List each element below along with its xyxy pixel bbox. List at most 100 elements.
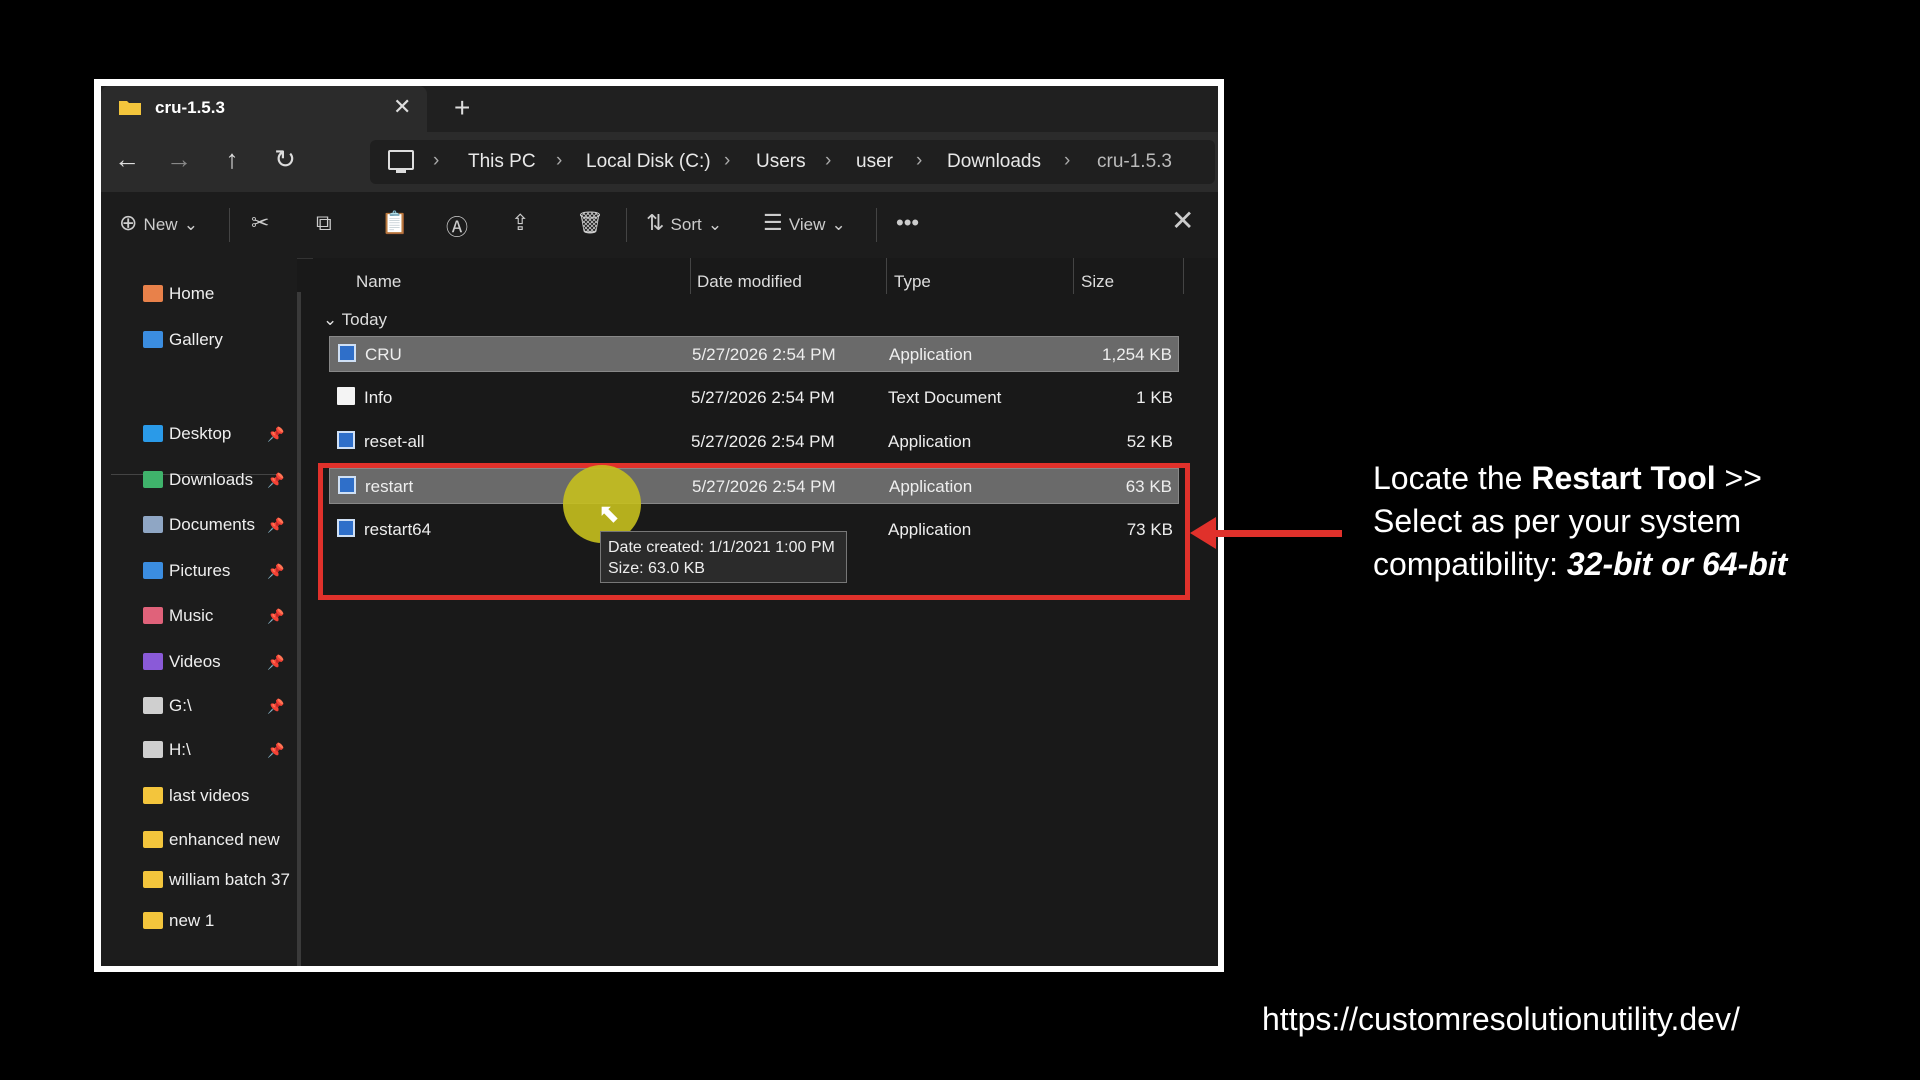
breadcrumb-this-pc[interactable]: This PC bbox=[468, 151, 536, 173]
pin-icon[interactable]: 📌 bbox=[267, 654, 284, 671]
up-arrow-icon[interactable]: ↑ bbox=[214, 144, 250, 175]
tooltip-date-created: Date created: 1/1/2021 1:00 PM bbox=[608, 539, 835, 556]
sort-button[interactable]: ⇅ Sort ⌄ bbox=[646, 210, 722, 236]
download-icon bbox=[143, 471, 163, 488]
sidebar-item-william-batch-37[interactable]: william batch 37 bbox=[143, 870, 290, 890]
sort-label: Sort bbox=[670, 215, 702, 234]
sidebar-item-downloads[interactable]: Downloads bbox=[143, 470, 253, 490]
column-header-name[interactable]: Name bbox=[356, 272, 401, 292]
column-header-size[interactable]: Size bbox=[1081, 272, 1114, 292]
sidebar-item-label: Gallery bbox=[169, 330, 223, 349]
address-bar[interactable]: › This PC › Local Disk (C:) › Users › us… bbox=[370, 140, 1215, 184]
sidebar-scrollbar[interactable] bbox=[297, 292, 301, 966]
cut-icon[interactable]: ✂ bbox=[251, 210, 269, 236]
chevron-right-icon: › bbox=[433, 150, 440, 171]
column-divider bbox=[1073, 258, 1074, 294]
documents-icon bbox=[143, 516, 163, 533]
file-name: reset-all bbox=[364, 432, 425, 451]
back-arrow-icon[interactable]: ← bbox=[109, 144, 145, 175]
group-header-today[interactable]: ⌄ Today bbox=[323, 310, 387, 330]
folder-icon bbox=[143, 831, 163, 848]
sidebar-item-label: Documents bbox=[169, 515, 255, 534]
sidebar-item-label: william batch 37 bbox=[169, 870, 290, 889]
sidebar-item-desktop[interactable]: Desktop bbox=[143, 424, 231, 444]
tab-title: cru-1.5.3 bbox=[155, 98, 225, 117]
share-icon[interactable]: ⇪ bbox=[511, 210, 529, 236]
pin-icon[interactable]: 📌 bbox=[267, 426, 284, 443]
refresh-icon[interactable]: ↻ bbox=[267, 144, 303, 175]
column-header-type[interactable]: Type bbox=[894, 272, 931, 292]
delete-icon[interactable]: 🗑 bbox=[576, 210, 604, 236]
chevron-right-icon: › bbox=[556, 150, 563, 171]
view-label: View bbox=[788, 215, 826, 234]
new-label: New bbox=[143, 215, 178, 234]
file-date: 5/27/2026 2:54 PM bbox=[691, 432, 835, 451]
app-icon bbox=[337, 431, 355, 449]
sidebar-item-videos[interactable]: Videos bbox=[143, 652, 221, 672]
pin-icon[interactable]: 📌 bbox=[267, 608, 284, 625]
file-tooltip: Date created: 1/1/2021 1:00 PM Size: 63.… bbox=[600, 531, 847, 583]
breadcrumb-user[interactable]: user bbox=[856, 151, 893, 173]
pin-icon[interactable]: 📌 bbox=[267, 698, 284, 715]
view-button[interactable]: ☰ View ⌄ bbox=[763, 210, 846, 236]
file-name: Info bbox=[364, 388, 393, 407]
drive-icon bbox=[143, 741, 163, 758]
column-divider bbox=[886, 258, 887, 294]
breadcrumb-local-disk[interactable]: Local Disk (C:) bbox=[586, 151, 711, 173]
sidebar-item-last-videos[interactable]: last videos bbox=[143, 786, 249, 806]
sidebar-item-label: G:\ bbox=[169, 696, 192, 715]
sidebar-item-h[interactable]: H:\ bbox=[143, 740, 191, 760]
pin-icon[interactable]: 📌 bbox=[267, 742, 284, 759]
file-name: CRU bbox=[365, 345, 402, 364]
sidebar-item-home[interactable]: Home bbox=[143, 284, 214, 304]
plus-icon[interactable]: + bbox=[454, 92, 470, 124]
divider bbox=[876, 208, 877, 242]
copy-icon[interactable]: ⧉ bbox=[316, 210, 332, 236]
tab-cru[interactable]: cru-1.5.3 ✕ bbox=[101, 86, 427, 132]
pin-icon[interactable]: 📌 bbox=[267, 563, 284, 580]
breadcrumb-downloads[interactable]: Downloads bbox=[947, 151, 1041, 173]
caption-part1: Locate the bbox=[1373, 460, 1532, 496]
sidebar-item-music[interactable]: Music bbox=[143, 606, 213, 626]
sidebar-item-gallery[interactable]: Gallery bbox=[143, 330, 223, 350]
videos-icon bbox=[143, 653, 163, 670]
column-divider bbox=[690, 258, 691, 294]
navigation-pane: Home Gallery Desktop 📌 Downloads 📌 Documents 📌 P… bbox=[101, 258, 297, 966]
caption-bold-italic: 32-bit or 64-bit bbox=[1566, 546, 1788, 582]
sidebar-item-g[interactable]: G:\ bbox=[143, 696, 192, 716]
close-icon[interactable]: ✕ bbox=[393, 94, 411, 120]
file-row-cru[interactable]: CRU 5/27/2026 2:54 PM Application 1,254 KB bbox=[329, 336, 1179, 372]
paste-icon[interactable]: 📋 bbox=[381, 210, 408, 236]
gallery-icon bbox=[143, 331, 163, 348]
more-options-icon[interactable]: ••• bbox=[896, 210, 919, 236]
sidebar-item-pictures[interactable]: Pictures bbox=[143, 561, 230, 581]
breadcrumb-current[interactable]: cru-1.5.3 bbox=[1097, 151, 1172, 173]
sidebar-item-label: Videos bbox=[169, 652, 221, 671]
command-bar: ⊕ New ⌄ ✂ ⧉ 📋 Ⓐ ⇪ 🗑 ⇅ Sort ⌄ ☰ View ⌄ ••… bbox=[101, 192, 1218, 259]
file-row-reset-all[interactable]: reset-all 5/27/2026 2:54 PM Application 52 … bbox=[329, 424, 1179, 460]
sidebar-item-label: Home bbox=[169, 284, 215, 303]
pin-icon[interactable]: 📌 bbox=[267, 472, 284, 489]
sidebar-item-documents[interactable]: Documents bbox=[143, 515, 255, 535]
pin-icon[interactable]: 📌 bbox=[267, 517, 284, 534]
music-icon bbox=[143, 607, 163, 624]
chevron-right-icon: › bbox=[724, 150, 731, 171]
file-row-info[interactable]: Info 5/27/2026 2:54 PM Text Document 1 KB bbox=[329, 380, 1179, 416]
new-button[interactable]: ⊕ New ⌄ bbox=[119, 210, 198, 236]
rename-icon[interactable]: Ⓐ bbox=[446, 210, 468, 242]
forward-arrow-icon[interactable]: → bbox=[161, 144, 197, 175]
file-size: 1,254 KB bbox=[1102, 345, 1172, 364]
close-pane-icon[interactable]: ✕ bbox=[1171, 204, 1194, 237]
sidebar-item-new-1[interactable]: new 1 bbox=[143, 911, 214, 931]
text-file-icon bbox=[337, 387, 355, 405]
sidebar-item-label: new 1 bbox=[169, 911, 215, 930]
file-size: 52 KB bbox=[1126, 432, 1173, 451]
chevron-right-icon: › bbox=[825, 150, 832, 171]
folder-icon bbox=[143, 871, 163, 888]
breadcrumb-users[interactable]: Users bbox=[756, 151, 806, 173]
tooltip-size: Size: 63.0 KB bbox=[608, 560, 705, 577]
sidebar-item-enhanced-new[interactable]: enhanced new bbox=[143, 830, 280, 850]
column-header-date[interactable]: Date modified bbox=[697, 272, 802, 292]
folder-icon bbox=[143, 787, 163, 804]
home-icon bbox=[143, 285, 163, 302]
